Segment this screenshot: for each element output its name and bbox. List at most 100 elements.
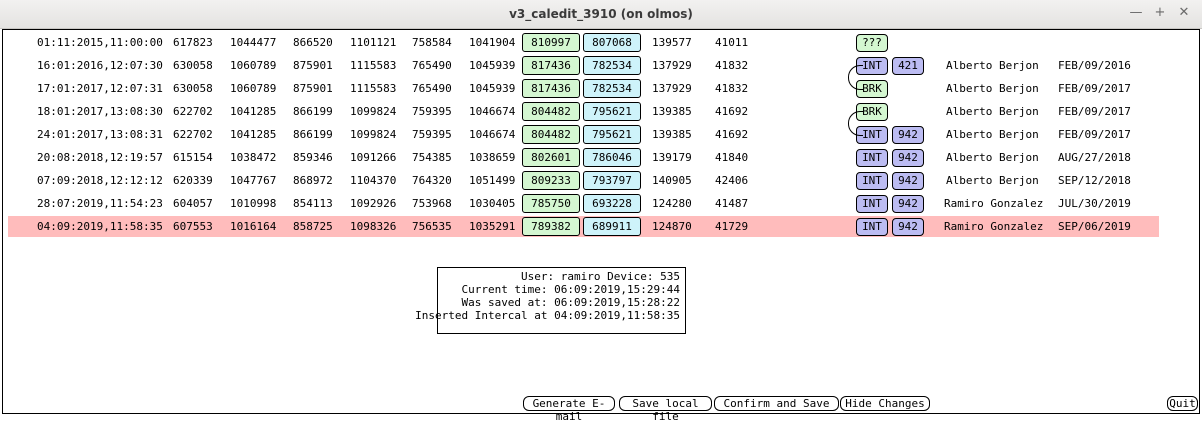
green-value-box[interactable]: 804482	[522, 125, 580, 144]
row-value: 1104370	[350, 174, 397, 187]
table-row[interactable]: 16:01:2016,12:07:30 630058 1060789 87590…	[3, 55, 1199, 76]
row-value: 1051499	[469, 174, 516, 187]
row-value: 124870	[652, 220, 692, 233]
title-bar[interactable]: v3_caledit_3910 (on olmos) — + ✕	[0, 0, 1202, 29]
row-value: 1115583	[350, 59, 397, 72]
row-value: 875901	[293, 59, 333, 72]
row-user: Alberto Berjon	[946, 128, 1039, 141]
row-value: 139179	[652, 151, 692, 164]
row-value: 759395	[412, 128, 452, 141]
row-value: 1047767	[230, 174, 277, 187]
row-value: 620339	[173, 174, 213, 187]
green-value-box[interactable]: 817436	[522, 56, 580, 75]
hide-changes-button[interactable]: Hide Changes	[840, 396, 930, 411]
info-user-device: User: ramiro Device: 535	[521, 270, 680, 283]
row-value: 1092926	[350, 197, 397, 210]
device-number-tag[interactable]: 942	[892, 172, 924, 190]
green-value-box[interactable]: 817436	[522, 79, 580, 98]
device-number-tag[interactable]: 942	[892, 195, 924, 213]
row-value: 764320	[412, 174, 452, 187]
row-time: 04:09:2019,11:58:35	[37, 220, 163, 233]
row-value: 41840	[715, 151, 749, 164]
device-number-tag[interactable]: 942	[892, 149, 924, 167]
table-row[interactable]: 24:01:2017,13:08:31 622702 1041285 86619…	[3, 124, 1199, 145]
row-value: 1041904	[469, 36, 516, 49]
table-row[interactable]: 18:01:2017,13:08:30 622702 1041285 86619…	[3, 101, 1199, 122]
row-value: 630058	[173, 59, 213, 72]
confirm-and-save-button[interactable]: Confirm and Save	[714, 396, 839, 411]
row-value: 1099824	[350, 105, 397, 118]
row-user: Alberto Berjon	[946, 59, 1039, 72]
row-value: 1099824	[350, 128, 397, 141]
int-tag[interactable]: INT	[856, 195, 888, 213]
int-tag[interactable]: INT	[856, 149, 888, 167]
row-value: 1038659	[469, 151, 516, 164]
table-row[interactable]: 28:07:2019,11:54:23 604057 1010998 85411…	[3, 193, 1199, 214]
table-row[interactable]: 01:11:2015,11:00:00 617823 1044477 86652…	[3, 32, 1199, 53]
info-saved-at: Was saved at: 06:09:2019,15:28:22	[461, 296, 680, 309]
row-value: 41487	[715, 197, 749, 210]
row-value: 1046674	[469, 105, 516, 118]
minimize-icon[interactable]: —	[1128, 5, 1144, 21]
table-row-selected[interactable]: 04:09:2019,11:58:35 607553 1016164 85872…	[8, 216, 1159, 237]
green-value-box[interactable]: 804482	[522, 102, 580, 121]
int-tag[interactable]: INT	[856, 172, 888, 190]
device-number-tag[interactable]: 421	[892, 57, 924, 75]
row-value: 1010998	[230, 197, 277, 210]
table-row[interactable]: 07:09:2018,12:12:12 620339 1047767 86897…	[3, 170, 1199, 191]
close-icon[interactable]: ✕	[1176, 5, 1192, 21]
row-value: 139385	[652, 128, 692, 141]
device-number-tag[interactable]: 942	[892, 218, 924, 236]
row-value: 1046674	[469, 128, 516, 141]
row-date: FEB/09/2017	[1058, 128, 1131, 141]
green-value-box[interactable]: 789382	[522, 217, 580, 236]
blue-value-box[interactable]: 793797	[583, 171, 641, 190]
row-date: FEB/09/2016	[1058, 59, 1131, 72]
row-value: 866199	[293, 128, 333, 141]
blue-value-box[interactable]: 782534	[583, 56, 641, 75]
row-user: Ramiro Gonzalez	[944, 220, 1044, 233]
blue-value-box[interactable]: 795621	[583, 102, 641, 121]
green-value-box[interactable]: 810997	[522, 33, 580, 52]
calendar-editor-panel: 01:11:2015,11:00:00 617823 1044477 86652…	[2, 29, 1200, 423]
row-value: 1041285	[230, 105, 277, 118]
green-value-box[interactable]: 785750	[522, 194, 580, 213]
row-value: 41729	[715, 220, 749, 233]
row-value: 137929	[652, 59, 692, 72]
table-row[interactable]: 17:01:2017,12:07:31 630058 1060789 87590…	[3, 78, 1199, 99]
row-value: 754385	[412, 151, 452, 164]
row-date: AUG/27/2018	[1058, 151, 1131, 164]
row-value: 630058	[173, 82, 213, 95]
row-value: 1030405	[469, 197, 516, 210]
green-value-box[interactable]: 802601	[522, 148, 580, 167]
row-value: 854113	[293, 197, 333, 210]
maximize-icon[interactable]: +	[1152, 5, 1168, 21]
row-user: Alberto Berjon	[946, 174, 1039, 187]
blue-value-box[interactable]: 807068	[583, 33, 641, 52]
device-number-tag[interactable]: 942	[892, 126, 924, 144]
green-value-box[interactable]: 809233	[522, 171, 580, 190]
blue-value-box[interactable]: 786046	[583, 148, 641, 167]
row-value: 859346	[293, 151, 333, 164]
blue-value-box[interactable]: 782534	[583, 79, 641, 98]
generate-email-button[interactable]: Generate E-mail	[523, 396, 615, 423]
row-value: 866199	[293, 105, 333, 118]
int-tag[interactable]: INT	[856, 218, 888, 236]
row-value: 1045939	[469, 59, 516, 72]
row-time: 16:01:2016,12:07:30	[37, 59, 163, 72]
save-local-file-button[interactable]: Save local file	[619, 396, 712, 423]
row-value: 622702	[173, 128, 213, 141]
blue-value-box[interactable]: 693228	[583, 194, 641, 213]
row-user: Ramiro Gonzalez	[944, 197, 1044, 210]
blue-value-box[interactable]: 795621	[583, 125, 641, 144]
unknown-tag[interactable]: ???	[856, 34, 888, 52]
row-value: 137929	[652, 82, 692, 95]
table-row[interactable]: 20:08:2018,12:19:57 615154 1038472 85934…	[3, 147, 1199, 168]
row-time: 24:01:2017,13:08:31	[37, 128, 163, 141]
info-inserted: Inserted Intercal at 04:09:2019,11:58:35	[415, 309, 680, 322]
quit-button[interactable]: Quit	[1167, 396, 1198, 411]
blue-value-box[interactable]: 689911	[583, 217, 641, 236]
row-value: 139577	[652, 36, 692, 49]
window-title: v3_caledit_3910 (on olmos)	[509, 7, 693, 21]
row-date: SEP/06/2019	[1058, 220, 1131, 233]
